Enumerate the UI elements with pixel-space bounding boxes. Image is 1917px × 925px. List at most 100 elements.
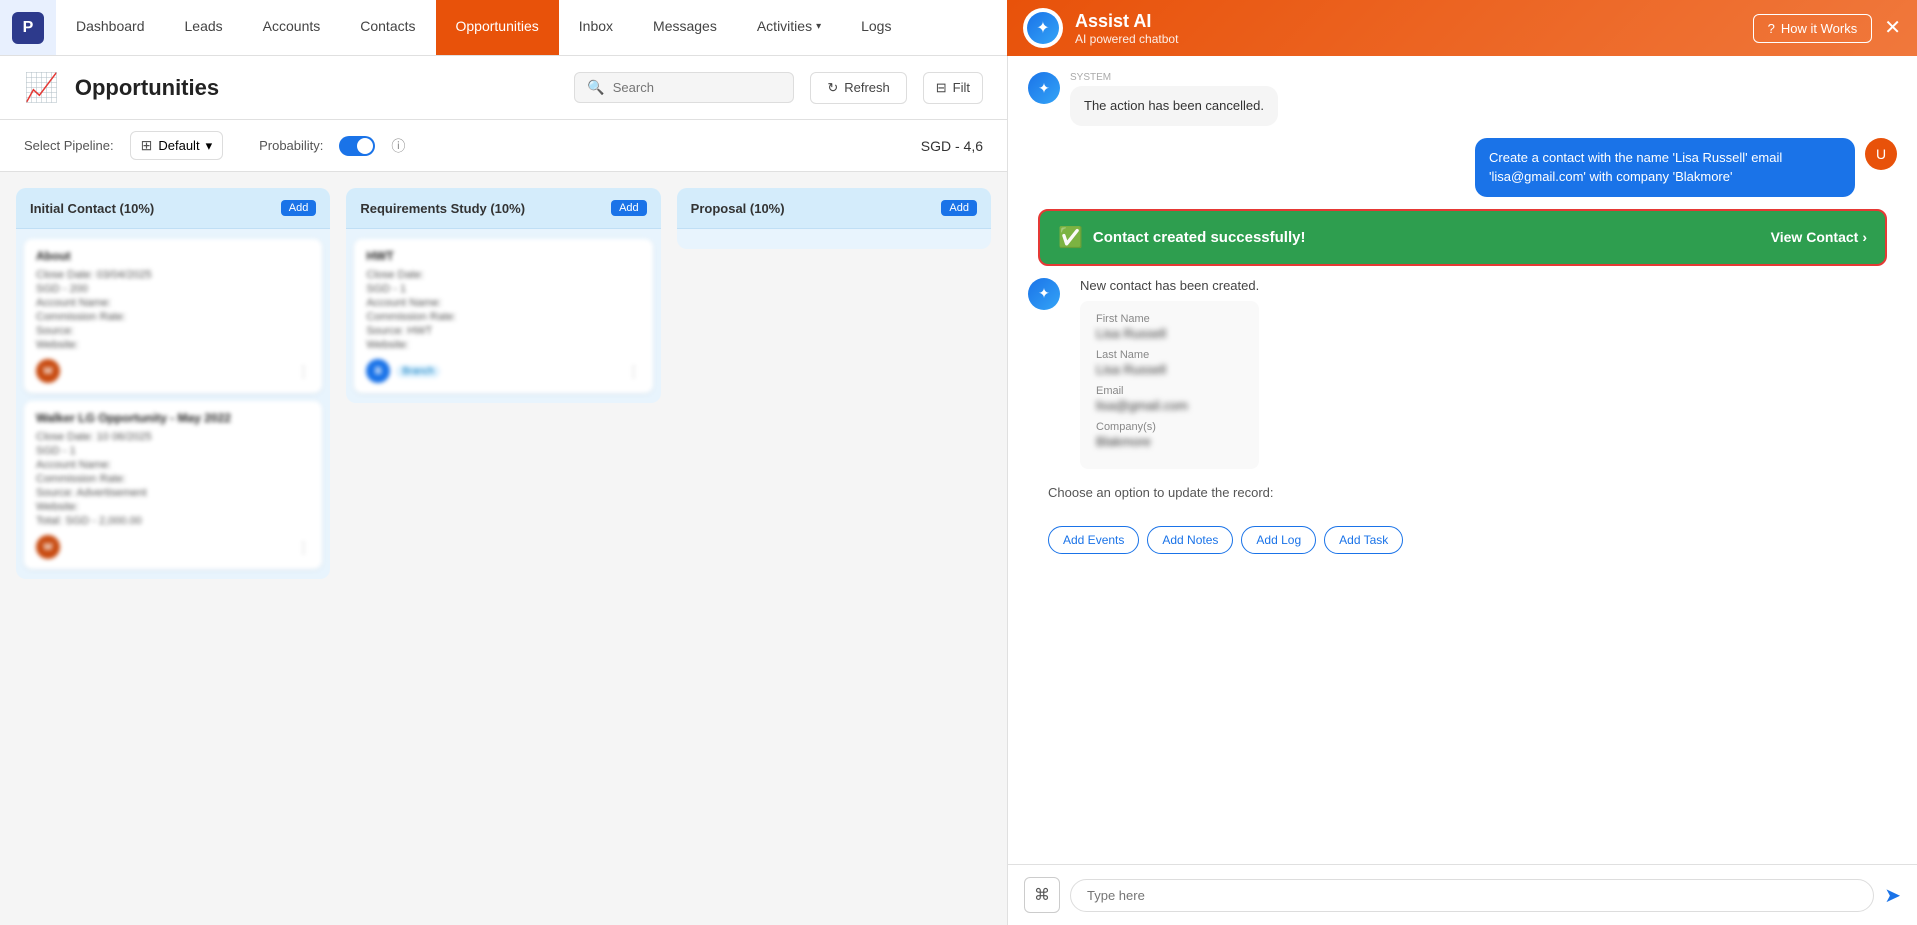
card-title: Walker LG Opportunity - May 2022 (36, 411, 310, 425)
column-header-requirements: Requirements Study (10%) Add (346, 188, 660, 229)
probability-toggle[interactable] (339, 136, 375, 156)
chat-message-user: U Create a contact with the name 'Lisa R… (1028, 138, 1897, 197)
assist-ai-actions: ? How it Works ✕ (1753, 14, 1901, 43)
search-input[interactable] (613, 80, 763, 95)
success-banner-left: ✅ Contact created successfully! (1058, 225, 1305, 250)
card-account-name: Account Name: (366, 297, 640, 309)
kanban-card[interactable]: HWT Close Date: SGD - 1 Account Name: Co… (354, 239, 652, 393)
add-task-button[interactable]: Add Task (1324, 526, 1403, 554)
add-events-button[interactable]: Add Events (1048, 526, 1139, 554)
card-commission-rate: Commission Rate: (366, 311, 640, 323)
sidebar-item-logs[interactable]: Logs (841, 0, 911, 55)
filter-button[interactable]: ⊟ Filt (923, 72, 983, 104)
avatar: W (36, 535, 60, 559)
sidebar-item-messages[interactable]: Messages (633, 0, 737, 55)
search-icon: 🔍 (587, 79, 604, 96)
column-header-initial: Initial Contact (10%) Add (16, 188, 330, 229)
card-amount: SGD - 1 (36, 445, 310, 457)
close-button[interactable]: ✕ (1884, 18, 1901, 38)
card-menu-icon[interactable]: ⋮ (296, 363, 310, 380)
card-amount: SGD - 200 (36, 283, 310, 295)
toggle-knob (357, 138, 373, 154)
page-title: Opportunities (75, 75, 558, 101)
send-button[interactable]: ➤ (1884, 883, 1901, 908)
card-menu-icon[interactable]: ⋮ (296, 539, 310, 556)
kanban-column-proposal: Proposal (10%) Add (677, 188, 991, 249)
chevron-down-icon: ▾ (816, 21, 821, 32)
opportunities-header: 📈 Opportunities 🔍 ↻ Refresh ⊟ Filt (0, 56, 1007, 120)
user-message-block: Create a contact with the name 'Lisa Rus… (1475, 138, 1855, 197)
first-name-label: First Name (1096, 313, 1243, 325)
kanban-column-initial-contact: Initial Contact (10%) Add About Close Da… (16, 188, 330, 579)
card-menu-icon[interactable]: ⋮ (627, 363, 641, 380)
company-value: Blakmore (1096, 434, 1243, 449)
new-contact-block: New contact has been created. First Name… (1070, 278, 1269, 469)
main-layout: 📈 Opportunities 🔍 ↻ Refresh ⊟ Filt Selec… (0, 56, 1917, 925)
sparkle-icon: ✦ (1027, 12, 1059, 44)
pipeline-label: Select Pipeline: (24, 138, 114, 153)
choose-action-text: Choose an option to update the record: (1028, 481, 1897, 504)
card-amount: SGD - 1 (366, 283, 640, 295)
success-text: Contact created successfully! (1093, 229, 1306, 246)
kanban-cards-requirements: HWT Close Date: SGD - 1 Account Name: Co… (346, 229, 660, 403)
column-header-proposal: Proposal (10%) Add (677, 188, 991, 229)
card-source: Source: Advertisement (36, 487, 310, 499)
chat-message-ai: ✦ SYSTEM The action has been cancelled. (1028, 72, 1897, 126)
add-log-button[interactable]: Add Log (1241, 526, 1316, 554)
email-value: lisa@gmail.com (1096, 398, 1243, 413)
sidebar-item-contacts[interactable]: Contacts (340, 0, 435, 55)
refresh-button[interactable]: ↻ Refresh (810, 72, 906, 104)
card-account-name: Account Name: (36, 459, 310, 471)
assist-ai-panel: ✦ SYSTEM The action has been cancelled. … (1007, 56, 1917, 925)
sidebar-item-accounts[interactable]: Accounts (243, 0, 341, 55)
contact-email-row: Email lisa@gmail.com (1096, 385, 1243, 413)
sidebar-item-leads[interactable]: Leads (165, 0, 243, 55)
action-buttons-row: Add Events Add Notes Add Log Add Task (1028, 516, 1897, 564)
column-add-button[interactable]: Add (611, 200, 647, 216)
sidebar-item-dashboard[interactable]: Dashboard (56, 0, 165, 55)
chat-input[interactable] (1070, 879, 1874, 912)
kanban-card[interactable]: Walker LG Opportunity - May 2022 Close D… (24, 401, 322, 569)
msg-label: SYSTEM (1070, 72, 1278, 83)
kanban-column-requirements-study: Requirements Study (10%) Add HWT Close D… (346, 188, 660, 403)
sidebar-item-inbox[interactable]: Inbox (559, 0, 633, 55)
contact-company-row: Company(s) Blakmore (1096, 421, 1243, 449)
kanban-cards-initial: About Close Date: 03/04/2025 SGD - 200 A… (16, 229, 330, 579)
card-title: About (36, 249, 310, 263)
info-icon[interactable]: ⓘ (391, 136, 405, 156)
contact-first-name-row: First Name Lisa Russell (1096, 313, 1243, 341)
add-notes-button[interactable]: Add Notes (1147, 526, 1233, 554)
kanban-board: Initial Contact (10%) Add About Close Da… (0, 172, 1007, 925)
card-website: Website: (36, 339, 310, 351)
card-account-name: Account Name: (36, 297, 310, 309)
column-title: Initial Contact (10%) (30, 201, 154, 216)
sidebar-item-opportunities[interactable]: Opportunities (436, 0, 559, 55)
logo[interactable]: P (0, 0, 56, 55)
new-contact-message: New contact has been created. (1070, 278, 1269, 293)
card-website: Website: (36, 501, 310, 513)
card-commission-rate: Commission Rate: (36, 311, 310, 323)
check-icon: ✅ (1058, 225, 1083, 250)
refresh-icon: ↻ (827, 80, 838, 96)
column-add-button[interactable]: Add (941, 200, 977, 216)
column-title: Requirements Study (10%) (360, 201, 525, 216)
sidebar-item-activities[interactable]: Activities ▾ (737, 0, 841, 55)
search-bar[interactable]: 🔍 (574, 72, 794, 103)
contact-last-name-row: Last Name Lisa Russell (1096, 349, 1243, 377)
last-name-label: Last Name (1096, 349, 1243, 361)
how-it-works-button[interactable]: ? How it Works (1753, 14, 1873, 43)
column-add-button[interactable]: Add (281, 200, 317, 216)
view-contact-button[interactable]: View Contact › (1771, 229, 1867, 245)
kanban-card[interactable]: About Close Date: 03/04/2025 SGD - 200 A… (24, 239, 322, 393)
pipeline-select[interactable]: ⊞ Default ▾ (130, 131, 223, 160)
chevron-down-icon: ▾ (206, 138, 213, 154)
card-footer: W ⋮ (36, 359, 310, 383)
logo-icon: P (12, 12, 44, 44)
sgd-amount: SGD - 4,6 (921, 138, 983, 154)
chat-input-row: ⌘ ➤ (1008, 864, 1917, 925)
avatar: W (36, 359, 60, 383)
last-name-value: Lisa Russell (1096, 362, 1243, 377)
avatar: B (366, 359, 390, 383)
pipeline-row: Select Pipeline: ⊞ Default ▾ Probability… (0, 120, 1007, 172)
card-tag: Branch (396, 365, 440, 378)
